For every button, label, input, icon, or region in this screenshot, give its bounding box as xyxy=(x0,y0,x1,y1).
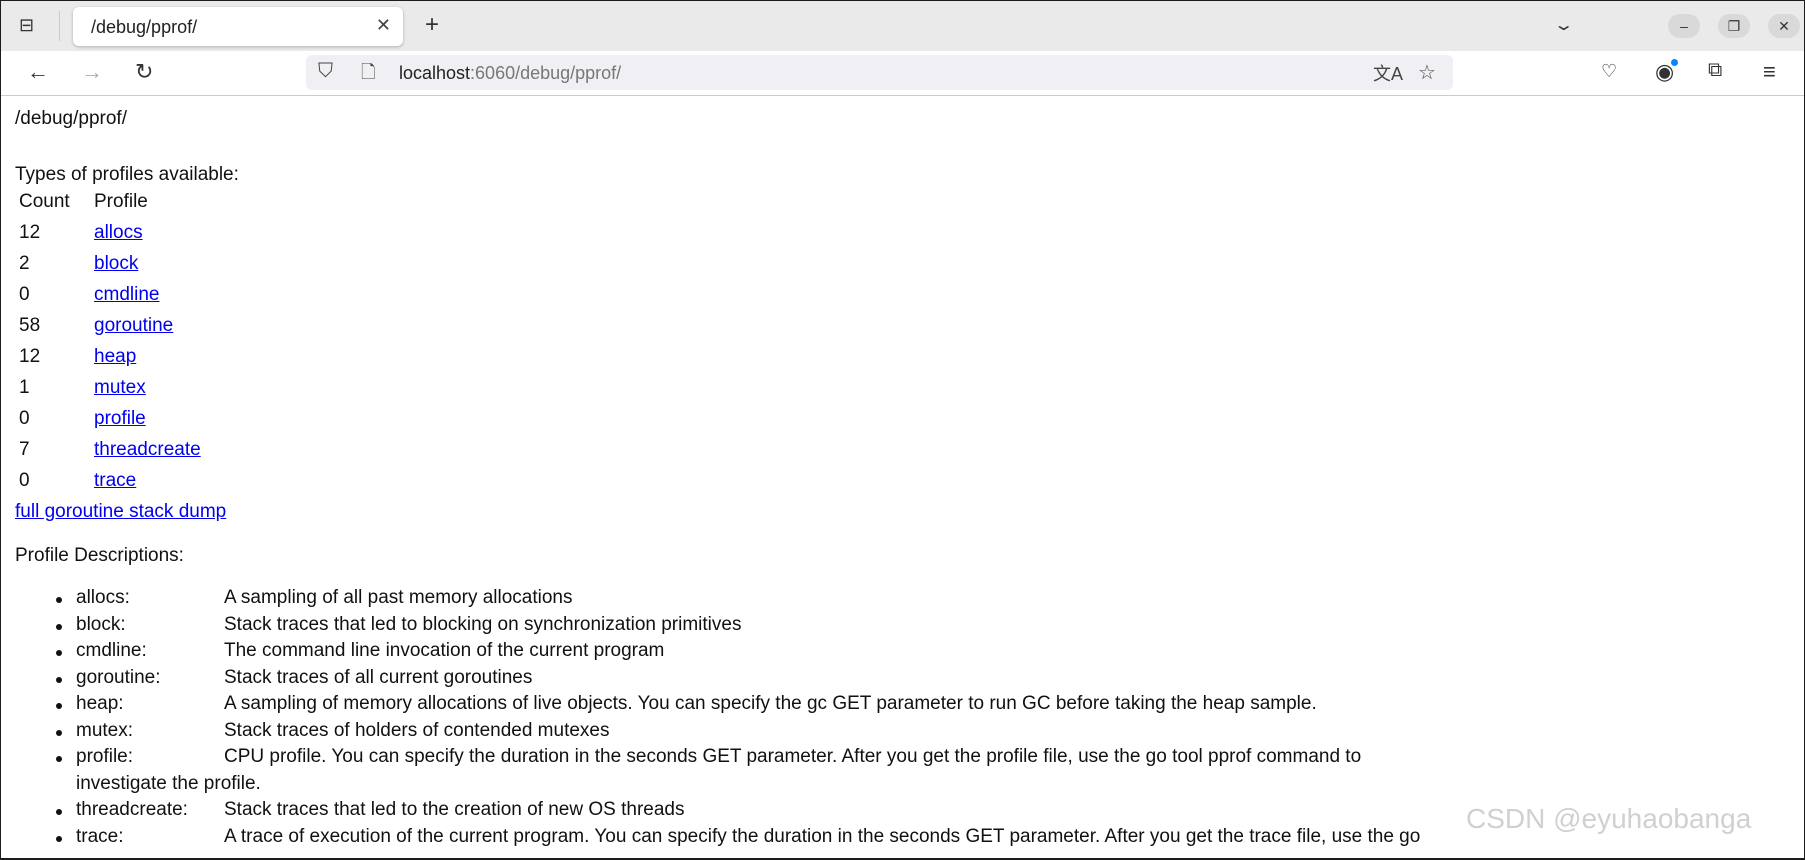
desc-text-continued: investigate the profile. xyxy=(76,772,261,794)
desc-text: Stack traces that led to blocking on syn… xyxy=(224,613,742,635)
chevron-down-icon[interactable]: ⌄ xyxy=(1553,15,1574,35)
desc-label: mutex: xyxy=(76,719,134,741)
menu-icon[interactable]: ≡ xyxy=(1763,59,1776,85)
desc-text: Stack traces of all current goroutines xyxy=(224,666,533,688)
tab-list-icon[interactable]: ⊟ xyxy=(19,15,43,37)
types-heading: Types of profiles available: xyxy=(15,164,239,185)
shield-icon[interactable]: ⛉ xyxy=(318,60,333,83)
bullet xyxy=(56,650,62,656)
profile-count: 2 xyxy=(19,253,30,274)
bullet xyxy=(56,703,62,709)
desc-text: The command line invocation of the curre… xyxy=(224,640,665,661)
desc-text: Stack traces of holders of contended mut… xyxy=(224,719,610,741)
url-text[interactable]: localhost:6060/debug/pprof/ xyxy=(399,63,621,84)
desc-label: heap: xyxy=(76,693,124,714)
profile-count: 12 xyxy=(19,222,41,243)
desc-label: goroutine: xyxy=(76,666,161,688)
back-icon[interactable]: ← xyxy=(27,59,49,85)
reload-icon[interactable]: ↻ xyxy=(135,59,153,85)
profile-link-allocs[interactable]: allocs xyxy=(94,222,143,244)
account-icon[interactable]: ◉ xyxy=(1655,59,1678,85)
profile-count: 0 xyxy=(19,470,30,491)
forward-icon[interactable]: → xyxy=(81,59,103,85)
profile-link-heap[interactable]: heap xyxy=(94,346,136,368)
page-icon[interactable]: 🗋 xyxy=(361,60,375,90)
desc-label: profile: xyxy=(76,746,134,767)
bullet xyxy=(56,597,62,603)
url-host: localhost xyxy=(399,63,471,83)
extensions-icon[interactable]: ⧉ xyxy=(1708,59,1722,82)
close-window-button[interactable]: ✕ xyxy=(1768,14,1800,38)
bullet xyxy=(56,835,62,842)
restore-button[interactable]: ❐ xyxy=(1718,14,1750,38)
pocket-icon[interactable]: ♡ xyxy=(1601,61,1617,82)
nav-bar: ← → ↻ ⛉ 🗋 localhost:6060/debug/pprof/ 文A… xyxy=(1,51,1804,96)
bullet xyxy=(56,809,62,815)
descriptions-heading: Profile Descriptions: xyxy=(15,545,184,566)
browser-window: ⊟ /debug/pprof/ ✕ + ⌄ – ❐ ✕ ← → ↻ ⛉ 🗋 lo… xyxy=(1,1,1804,858)
desc-label: threadcreate: xyxy=(76,799,188,820)
desc-label: block: xyxy=(76,613,126,635)
desc-text: CPU profile. You can specify the duratio… xyxy=(224,746,1362,767)
profile-count: 0 xyxy=(19,408,30,429)
profile-link-mutex[interactable]: mutex xyxy=(94,377,146,399)
full-goroutine-dump-link[interactable]: full goroutine stack dump xyxy=(15,501,226,523)
bullet xyxy=(56,676,62,683)
tab-active[interactable]: /debug/pprof/ ✕ xyxy=(73,7,403,46)
desc-text: A sampling of memory allocations of live… xyxy=(224,693,1317,714)
bullet xyxy=(56,623,62,630)
desc-text: A sampling of all past memory allocation… xyxy=(224,587,573,608)
profile-count: 0 xyxy=(19,284,30,305)
profile-link-goroutine[interactable]: goroutine xyxy=(94,315,173,337)
col-header-profile: Profile xyxy=(94,191,148,212)
tab-bar: ⊟ /debug/pprof/ ✕ + ⌄ – ❐ ✕ xyxy=(1,1,1804,51)
profile-count: 1 xyxy=(19,377,30,398)
desc-label: trace: xyxy=(76,825,124,847)
desc-text: A trace of execution of the current prog… xyxy=(224,825,1421,847)
profile-count: 58 xyxy=(19,315,41,336)
profile-link-profile[interactable]: profile xyxy=(94,408,146,430)
profile-link-threadcreate[interactable]: threadcreate xyxy=(94,439,201,461)
profile-link-trace[interactable]: trace xyxy=(94,470,136,492)
desc-text: Stack traces that led to the creation of… xyxy=(224,799,685,820)
profile-link-block[interactable]: block xyxy=(94,253,138,275)
watermark: CSDN @eyuhaobanga xyxy=(1466,803,1752,834)
url-bar[interactable]: ⛉ 🗋 localhost:6060/debug/pprof/ 文A ☆ xyxy=(306,55,1453,90)
profile-count: 12 xyxy=(19,346,41,367)
page-title: /debug/pprof/ xyxy=(15,108,127,129)
col-header-count: Count xyxy=(19,191,70,212)
divider xyxy=(59,11,60,41)
new-tab-button[interactable]: + xyxy=(425,11,439,39)
desc-label: cmdline: xyxy=(76,640,147,661)
close-tab-icon[interactable]: ✕ xyxy=(376,15,391,36)
tab-title: /debug/pprof/ xyxy=(91,17,198,37)
translate-icon[interactable]: 文A xyxy=(1373,60,1403,86)
profile-link-cmdline[interactable]: cmdline xyxy=(94,284,159,306)
profile-count: 7 xyxy=(19,439,30,460)
desc-label: allocs: xyxy=(76,587,130,608)
minimize-button[interactable]: – xyxy=(1668,14,1700,38)
star-icon[interactable]: ☆ xyxy=(1418,60,1436,85)
bullet xyxy=(56,729,62,736)
bullet xyxy=(56,756,62,762)
url-path: :6060/debug/pprof/ xyxy=(470,63,622,83)
